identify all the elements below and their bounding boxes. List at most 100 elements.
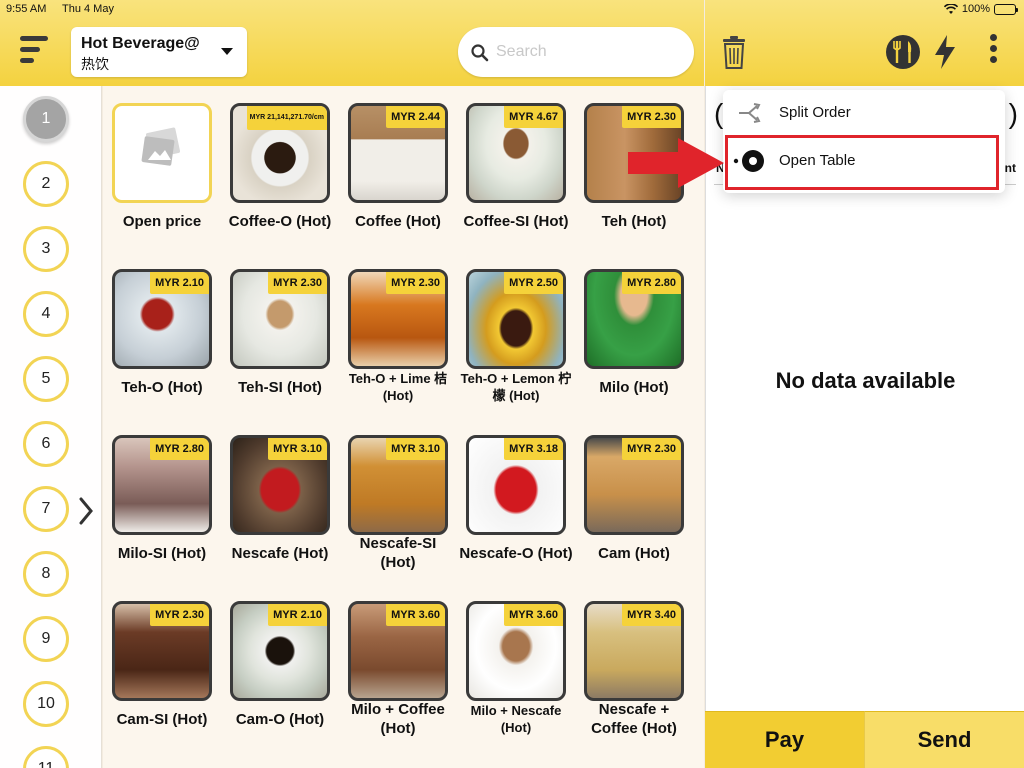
product-name: Teh-O (Hot) — [121, 378, 203, 396]
search-icon — [471, 44, 489, 62]
options-menu: Split Order Open Table — [723, 90, 1005, 193]
price-badge: MYR 4.67 — [504, 106, 563, 128]
product-name: Cam-SI (Hot) — [116, 710, 208, 728]
open-table-icon — [733, 150, 764, 172]
battery-percent: 100% — [961, 3, 990, 15]
category-subtitle: 热饮 — [81, 57, 109, 73]
menu-item-open-table[interactable]: Open Table — [723, 138, 1005, 184]
menu-label: Open Table — [779, 152, 856, 169]
price-badge: MYR 2.50 — [504, 272, 563, 294]
product-name: Milo (Hot) — [599, 378, 669, 396]
product-name: Nescafe-SI (Hot) — [359, 535, 437, 571]
product-tile[interactable]: MYR 3.18 Nescafe-O (Hot) — [459, 418, 573, 578]
product-tile[interactable]: MYR 2.80 Milo (Hot) — [577, 252, 691, 412]
product-name: Milo + Nescafe (Hot) — [470, 703, 562, 735]
panel-bracket-right: ) — [1008, 98, 1018, 129]
table-button[interactable]: 2 — [23, 161, 69, 207]
product-name: Cam (Hot) — [598, 544, 670, 562]
tile-image: MYR 2.44 — [348, 103, 448, 203]
menu-label: Split Order — [779, 104, 851, 121]
product-tile[interactable]: MYR 2.30 Cam (Hot) — [577, 418, 691, 578]
trash-icon[interactable] — [722, 34, 746, 70]
price-badge: MYR 2.30 — [622, 438, 681, 460]
tile-image: MYR 3.40 — [584, 601, 684, 701]
product-name: Nescafe (Hot) — [231, 544, 329, 562]
price-badge: MYR 2.10 — [150, 272, 209, 294]
product-tile[interactable]: MYR 2.10 Cam-O (Hot) — [223, 584, 337, 744]
price-badge: MYR 2.10 — [268, 604, 327, 626]
product-tile[interactable]: MYR 2.80 Milo-SI (Hot) — [105, 418, 219, 578]
more-options-icon[interactable] — [985, 34, 1001, 70]
hamburger-menu-icon[interactable] — [20, 36, 50, 66]
battery-icon — [994, 3, 1018, 15]
red-arrow-icon — [628, 138, 724, 188]
tile-image: MYR 3.60 — [466, 601, 566, 701]
product-tile[interactable]: MYR 2.44 Coffee (Hot) — [341, 86, 455, 246]
price-badge: MYR 3.60 — [504, 604, 563, 626]
pay-button[interactable]: Pay — [705, 711, 864, 768]
tile-image: MYR 3.10 — [348, 435, 448, 535]
tile-image: MYR 2.30 — [348, 269, 448, 369]
search-input[interactable] — [496, 39, 676, 65]
table-button[interactable]: 8 — [23, 551, 69, 597]
table-button[interactable]: 9 — [23, 616, 69, 662]
product-tile[interactable]: MYR 3.10 Nescafe-SI (Hot) — [341, 418, 455, 578]
product-tile[interactable]: MYR 3.60 Milo + Nescafe (Hot) — [459, 584, 573, 744]
tile-image: MYR 3.18 — [466, 435, 566, 535]
product-name: Teh (Hot) — [601, 212, 667, 230]
price-badge: MYR 3.18 — [504, 438, 563, 460]
table-button[interactable]: 11 — [23, 746, 69, 768]
product-name: Nescafe-O (Hot) — [459, 544, 573, 562]
product-tile[interactable]: MYR 2.30 Cam-SI (Hot) — [105, 584, 219, 744]
table-button[interactable]: 5 — [23, 356, 69, 402]
price-badge: MYR 2.30 — [386, 272, 445, 294]
price-badge: MYR 3.40 — [622, 604, 681, 626]
search-bar[interactable] — [458, 27, 694, 77]
product-name: Open price — [122, 212, 202, 230]
product-tile[interactable]: MYR 2.30 Teh-SI (Hot) — [223, 252, 337, 412]
product-name: Coffee-SI (Hot) — [463, 212, 569, 230]
table-button[interactable]: 1 — [23, 96, 69, 142]
product-tile[interactable]: Open price — [105, 86, 219, 246]
product-tile[interactable]: MYR 21,141,271.70/cm Coffee-O (Hot) — [223, 86, 337, 246]
product-tile[interactable]: MYR 3.10 Nescafe (Hot) — [223, 418, 337, 578]
table-button[interactable]: 10 — [23, 681, 69, 727]
category-name: Hot Beverage@ — [81, 35, 200, 52]
price-badge: MYR 2.44 — [386, 106, 445, 128]
price-badge: MYR 3.10 — [268, 438, 327, 460]
chevron-right-icon[interactable] — [76, 496, 96, 526]
send-button[interactable]: Send — [864, 711, 1024, 768]
empty-state-text: No data available — [775, 368, 956, 393]
product-name: Teh-SI (Hot) — [238, 378, 322, 396]
product-name: Coffee-O (Hot) — [228, 212, 332, 230]
product-tile[interactable]: MYR 3.60 Milo + Coffee (Hot) — [341, 584, 455, 744]
tile-image: MYR 2.50 — [466, 269, 566, 369]
product-tile[interactable]: MYR 2.10 Teh-O (Hot) — [105, 252, 219, 412]
menu-item-split-order[interactable]: Split Order — [723, 90, 1005, 136]
product-tile[interactable]: MYR 2.50 Teh-O + Lemon 柠檬 (Hot) — [459, 252, 573, 412]
wifi-icon — [943, 3, 958, 14]
tile-image: MYR 21,141,271.70/cm — [230, 103, 330, 203]
status-time: 9:55 AM — [6, 3, 47, 15]
tile-image: MYR 2.10 — [112, 269, 212, 369]
table-button[interactable]: 4 — [23, 291, 69, 337]
product-name: Coffee (Hot) — [355, 212, 441, 230]
lightning-icon[interactable] — [932, 34, 958, 70]
dine-in-icon[interactable] — [885, 34, 921, 70]
image-placeholder-icon — [141, 127, 181, 166]
tile-image: MYR 4.67 — [466, 103, 566, 203]
category-dropdown[interactable]: Hot Beverage@ 热饮 — [71, 27, 247, 77]
tile-image: MYR 2.30 — [230, 269, 330, 369]
table-button[interactable]: 6 — [23, 421, 69, 467]
panel-header-t: nt — [1004, 161, 1016, 175]
product-name: Milo-SI (Hot) — [117, 544, 207, 562]
product-tile[interactable]: MYR 2.30 Teh-O + Lime 桔 (Hot) — [341, 252, 455, 412]
price-badge: MYR 21,141,271.70/cm — [246, 106, 327, 130]
table-button[interactable]: 3 — [23, 226, 69, 272]
product-tile[interactable]: MYR 4.67 Coffee-SI (Hot) — [459, 86, 573, 246]
table-button[interactable]: 7 — [23, 486, 69, 532]
product-tile[interactable]: MYR 3.40 Nescafe + Coffee (Hot) — [577, 584, 691, 744]
product-name: Teh-O + Lemon 柠檬 (Hot) — [460, 371, 572, 403]
tile-image: MYR 2.30 — [112, 601, 212, 701]
product-name: Milo + Coffee (Hot) — [351, 701, 445, 737]
